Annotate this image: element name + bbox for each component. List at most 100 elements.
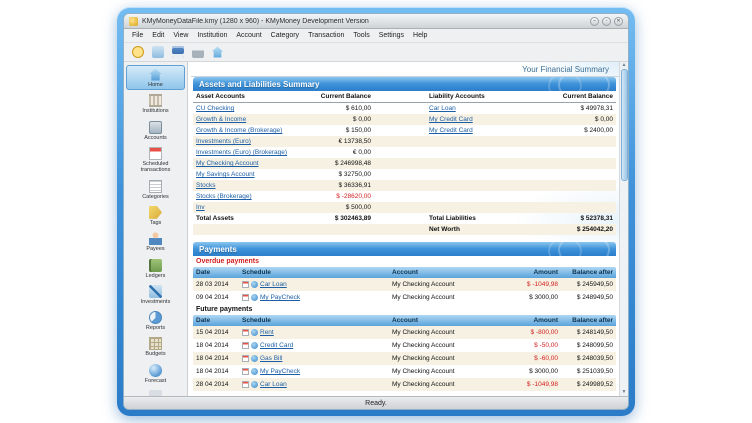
enter-schedule-icon[interactable] [251,294,258,301]
column-header: Asset Accounts [196,93,311,100]
payment-amount: $ -1049,98 [498,381,558,388]
sidebar-item-forecast[interactable]: Forecast [126,361,185,386]
liability-balance: $ 0,00 [521,116,613,123]
payment-date: 28 04 2014 [196,381,242,388]
asset-account-link[interactable]: My Checking Account [196,160,259,167]
table-row: Investments (Euro) € 13738,50 [193,136,616,147]
close-button[interactable]: ✕ [614,17,623,26]
title-bar[interactable]: KMyMoneyDataFile.kmy (1280 x 960) - KMyM… [124,14,628,29]
menu-view[interactable]: View [169,31,192,40]
menu-edit[interactable]: Edit [148,31,168,40]
maximize-button[interactable]: ▫ [602,17,611,26]
sidebar-item-outbox[interactable]: Outbox [126,387,185,396]
enter-schedule-icon[interactable] [251,281,258,288]
print-button[interactable] [190,45,205,60]
payments-section: Payments Overdue payments Date Schedule … [193,242,616,391]
asset-account-link[interactable]: Stocks (Brokerage) [196,193,252,200]
schedule-type-icon [242,368,249,375]
payment-amount: $ -1049,98 [498,281,558,288]
menu-tools[interactable]: Tools [349,31,373,40]
payment-account: My Checking Account [392,342,498,349]
menu-transaction[interactable]: Transaction [304,31,348,40]
payment-balance: $ 248149,50 [558,329,613,336]
menu-settings[interactable]: Settings [375,31,408,40]
menu-category[interactable]: Category [267,31,303,40]
section-title: Payments [199,245,237,254]
payment-date: 15 04 2014 [196,329,242,336]
sidebar-item-accounts[interactable]: Accounts [126,118,185,143]
schedule-link[interactable]: My PayCheck [260,368,300,375]
schedule-type-icon [242,355,249,362]
assets-table-header: Asset Accounts Current Balance Liability… [193,91,616,103]
vertical-scrollbar[interactable]: ▲ ▼ [619,62,628,396]
column-header: Balance after [558,317,613,324]
enter-schedule-icon[interactable] [251,329,258,336]
schedule-link[interactable]: Car Loan [260,381,287,388]
scroll-down-icon[interactable]: ▼ [622,390,627,395]
menu-file[interactable]: File [128,31,147,40]
scrollbar-thumb[interactable] [621,69,628,181]
column-header: Amount [498,317,558,324]
sidebar-item-institutions[interactable]: Institutions [126,91,185,116]
liability-account-link[interactable]: Car Loan [429,105,456,112]
sidebar-item-label: Forecast [145,378,166,384]
page-header: Your Financial Summary [191,62,619,77]
asset-account-link[interactable]: Investments (Euro) [196,138,251,145]
sidebar-item-ledgers[interactable]: Ledgers [126,256,185,281]
menu-help[interactable]: Help [409,31,431,40]
asset-account-link[interactable]: Growth & Income (Brokerage) [196,127,282,134]
status-bar: Ready. [124,396,628,409]
sidebar-item-budgets[interactable]: Budgets [126,334,185,359]
schedule-link[interactable]: Rent [260,329,274,336]
scroll-up-icon[interactable]: ▲ [622,63,627,68]
table-row: My Checking Account $ 246998,48 [193,158,616,169]
asset-balance: € 0,00 [311,149,371,156]
sidebar-item-investments[interactable]: Investments [126,282,185,307]
asset-balance: $ 0,00 [311,116,371,123]
total-assets-label: Total Assets [196,215,311,222]
sidebar-item-categories[interactable]: Categories [126,177,185,202]
table-row: My Savings Account $ 32750,00 [193,169,616,180]
table-row: Stocks $ 36336,91 [193,180,616,191]
asset-account-link[interactable]: Growth & Income [196,116,246,123]
menu-account[interactable]: Account [232,31,265,40]
column-header: Liability Accounts [429,93,521,100]
asset-account-link[interactable]: Inv [196,204,205,211]
window-frame: KMyMoneyDataFile.kmy (1280 x 960) - KMyM… [117,7,635,416]
toolbar [124,43,628,62]
payment-row: 15 04 2014 Rent My Checking Account $ -8… [193,326,616,339]
enter-schedule-icon[interactable] [251,355,258,362]
asset-account-link[interactable]: Stocks [196,182,216,189]
sidebar-item-reports[interactable]: Reports [126,308,185,333]
sidebar-item-payees[interactable]: Payees [126,229,185,254]
enter-schedule-icon[interactable] [251,368,258,375]
asset-account-link[interactable]: Investments (Euro) (Brokerage) [196,149,287,156]
sidebar-item-label: Investments [141,299,171,305]
menu-bar: File Edit View Institution Account Categ… [124,29,628,43]
table-row: Stocks (Brokerage) $ -28620,00 [193,191,616,202]
sidebar-item-label: Reports [146,325,165,331]
new-button[interactable] [130,45,145,60]
liability-account-link[interactable]: My Credit Card [429,116,473,123]
sidebar-item-label: Institutions [142,108,168,114]
payment-amount: $ 3000,00 [498,294,558,301]
liability-account-link[interactable]: My Credit Card [429,127,473,134]
window-title: KMyMoneyDataFile.kmy (1280 x 960) - KMyM… [142,18,586,25]
asset-account-link[interactable]: My Savings Account [196,171,255,178]
chart-button[interactable] [150,45,165,60]
schedule-link[interactable]: Car Loan [260,281,287,288]
home-button[interactable] [210,45,225,60]
sidebar-item-tags[interactable]: Tags [126,203,185,228]
save-button[interactable] [170,45,185,60]
schedule-link[interactable]: My PayCheck [260,294,300,301]
enter-schedule-icon[interactable] [251,342,258,349]
sidebar-item-scheduled-transactions[interactable]: Scheduled transactions [126,144,185,176]
asset-account-link[interactable]: CU Checking [196,105,234,112]
sidebar-item-home[interactable]: Home [126,65,185,90]
menu-institution[interactable]: Institution [193,31,231,40]
schedule-link[interactable]: Credit Card [260,342,293,349]
payment-account: My Checking Account [392,329,498,336]
minimize-button[interactable]: – [590,17,599,26]
schedule-link[interactable]: Gas Bill [260,355,282,362]
enter-schedule-icon[interactable] [251,381,258,388]
